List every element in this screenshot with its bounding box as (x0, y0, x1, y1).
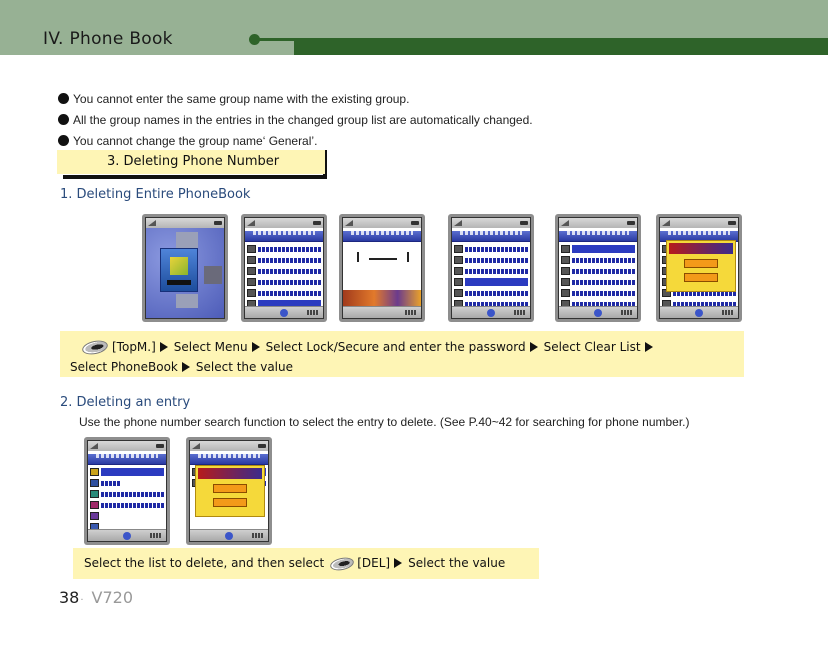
screen-title (245, 231, 323, 242)
phone-password-screen (339, 214, 425, 322)
status-bar (245, 218, 323, 228)
header-bar (294, 38, 828, 55)
screen-title (190, 454, 268, 465)
yes-button (684, 259, 718, 268)
status-bar (146, 218, 224, 228)
softkey-bar (190, 529, 268, 541)
screen-title (452, 231, 530, 242)
status-bar (660, 218, 738, 228)
arrow-icon (181, 362, 190, 372)
no-button (684, 273, 718, 282)
phone-confirm-popup-screen (656, 214, 742, 322)
subsection-description: Use the phone number search function to … (79, 415, 690, 429)
instruction-box-1: [TopM.] Select Menu Select Lock/Secure and… (60, 331, 744, 377)
softkey-bar (245, 306, 323, 318)
model-name: V720 (91, 588, 134, 607)
footer-separator: · (80, 595, 84, 606)
wallpaper-strip (343, 290, 421, 306)
yes-button (213, 484, 247, 493)
menu-icon (176, 232, 198, 248)
phone-menu-screen (142, 214, 228, 322)
status-bar (343, 218, 421, 228)
topm-key-icon (80, 338, 110, 357)
page-number: 38 (59, 588, 80, 607)
no-button (213, 498, 247, 507)
section-title: 3. Deleting Phone Number (107, 154, 280, 169)
del-key-icon (329, 555, 356, 572)
softkey-bar (660, 306, 738, 318)
arrow-icon (529, 342, 538, 352)
status-bar (452, 218, 530, 228)
subsection-heading-1: 1. Deleting Entire PhoneBook (60, 187, 251, 202)
page-footer: 38· V720 (59, 588, 133, 607)
note-item: You cannot change the group name‘ Genera… (58, 130, 533, 151)
note-item: You cannot enter the same group name wit… (58, 88, 533, 109)
status-bar (88, 441, 166, 451)
chapter-title: IV. Phone Book (43, 29, 173, 49)
notes-list: You cannot enter the same group name wit… (58, 88, 533, 151)
instruction-box-2: Select the list to delete, and then sele… (73, 548, 539, 579)
menu-icon (176, 294, 198, 308)
softkey-bar (343, 306, 421, 318)
screen-title (559, 231, 637, 242)
menu-icon (204, 266, 222, 284)
note-item: All the group names in the entries in th… (58, 109, 533, 130)
softkey-bar (88, 529, 166, 541)
softkey-bar (559, 306, 637, 318)
arrow-icon (644, 342, 653, 352)
arrow-icon (159, 342, 168, 352)
arrow-icon (251, 342, 260, 352)
status-bar (559, 218, 637, 228)
confirm-popup (666, 240, 736, 292)
header-dot (249, 34, 260, 45)
phonebook-menu-icon (160, 248, 198, 292)
screen-title (343, 231, 421, 242)
section-box-shadow (63, 175, 327, 179)
bullet-icon (58, 114, 69, 125)
bullet-icon (58, 93, 69, 104)
password-field (357, 252, 409, 262)
subsection-heading-2: 2. Deleting an entry (60, 395, 191, 410)
phone-delete-confirm-screen (186, 437, 272, 545)
phone-clear-list-screen (555, 214, 641, 322)
arrow-icon (394, 558, 403, 568)
bullet-icon (58, 135, 69, 146)
confirm-popup (195, 465, 265, 517)
softkey-bar (452, 306, 530, 318)
status-bar (190, 441, 268, 451)
screen-title (88, 454, 166, 465)
phone-entry-detail-screen (84, 437, 170, 545)
phone-lock-menu-screen (448, 214, 534, 322)
phone-menu-list-screen (241, 214, 327, 322)
